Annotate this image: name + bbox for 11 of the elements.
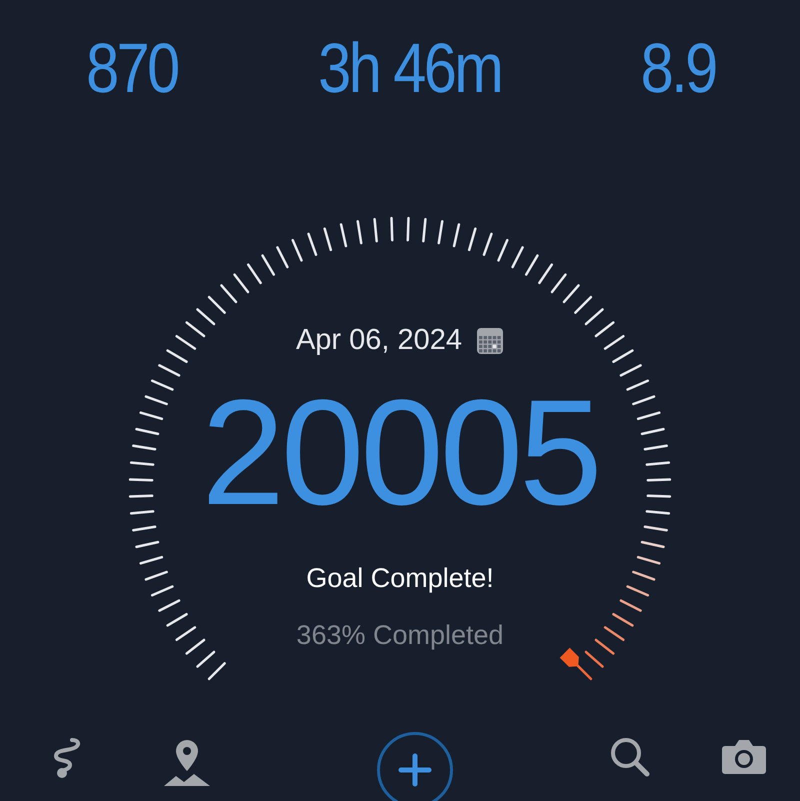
stat-value: 870 <box>86 33 178 103</box>
goal-status: Goal Complete! <box>306 565 494 592</box>
goal-marker <box>560 648 579 667</box>
date-label: Apr 06, 2024 <box>296 326 462 355</box>
search-icon[interactable] <box>609 736 651 778</box>
step-count: 20005 <box>201 377 599 527</box>
plus-icon <box>398 753 432 787</box>
add-button[interactable] <box>377 732 453 801</box>
stat-value: 8.9 <box>640 33 716 103</box>
calendar-icon[interactable] <box>476 326 504 354</box>
stat-value: 3h 46m <box>318 33 502 103</box>
